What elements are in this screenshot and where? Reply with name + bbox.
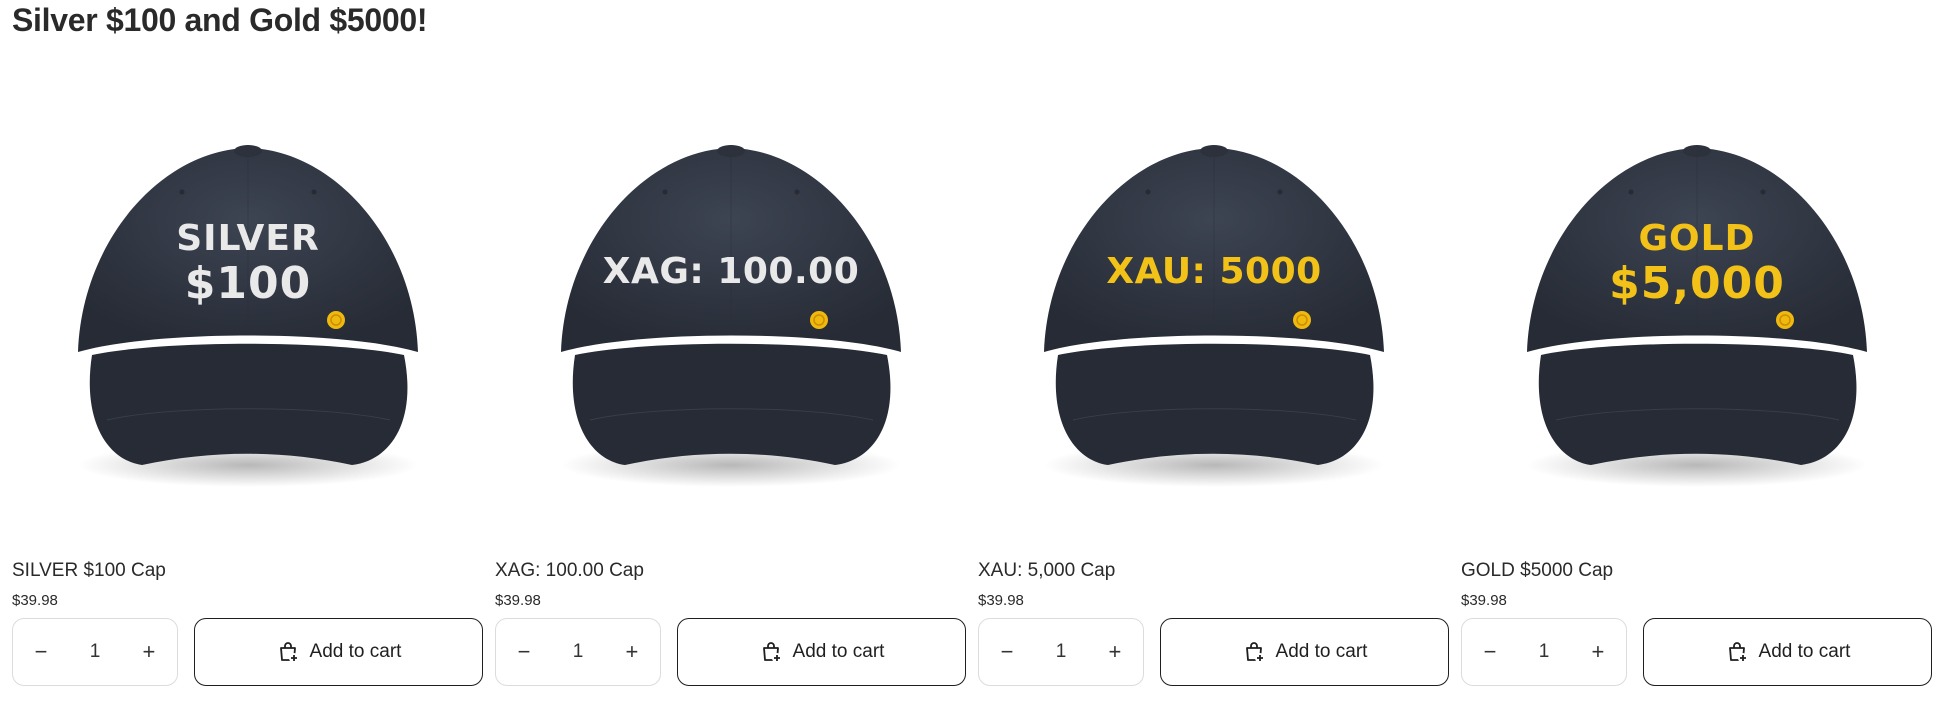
quantity-value[interactable]: 1 [573,641,584,663]
cart-add-icon [1242,640,1266,664]
product-name[interactable]: XAG: 100.00 Cap [495,560,644,582]
product-image[interactable]: SILVER $100 [12,120,483,540]
cap-brim [1055,343,1374,465]
cap-brim [89,343,408,465]
product-card: XAG: 100.00 XAG: 100.00 Cap $39.98 − 1 +… [495,120,966,700]
quantity-stepper: − 1 + [1461,618,1627,686]
add-to-cart-label: Add to cart [1758,641,1851,662]
page-title: Silver $100 and Gold $5000! [12,2,428,38]
quantity-value[interactable]: 1 [1056,641,1067,663]
quantity-value[interactable]: 1 [90,641,101,663]
product-grid: SILVER $100 SILVER $100 Cap $39.98 − 1 + … [12,120,1934,700]
coin-icon [1293,311,1311,329]
product-price: $39.98 [495,592,541,609]
add-to-cart-button[interactable]: Add to cart [1160,618,1449,686]
cap-text-line: SILVER [176,218,319,259]
add-to-cart-button[interactable]: Add to cart [194,618,483,686]
quantity-stepper: − 1 + [978,618,1144,686]
product-page: Silver $100 and Gold $5000! SILVER $100 S… [0,0,1946,704]
product-price: $39.98 [1461,592,1507,609]
product-name[interactable]: XAU: 5,000 Cap [978,560,1115,582]
coin-icon [1776,311,1794,329]
cap-text-line: $5,000 [1609,258,1785,309]
minus-icon[interactable]: − [27,638,55,666]
quantity-value[interactable]: 1 [1539,641,1550,663]
plus-icon[interactable]: + [1584,638,1612,666]
minus-icon[interactable]: − [510,638,538,666]
product-card: GOLD $5,000 GOLD $5000 Cap $39.98 − 1 + A… [1461,120,1932,700]
plus-icon[interactable]: + [1101,638,1129,666]
cap-brim [1538,343,1857,465]
product-price: $39.98 [978,592,1024,609]
coin-icon [810,311,828,329]
cap-brim [572,343,891,465]
quantity-stepper: − 1 + [12,618,178,686]
product-image[interactable]: GOLD $5,000 [1461,120,1932,540]
quantity-stepper: − 1 + [495,618,661,686]
add-to-cart-button[interactable]: Add to cart [1643,618,1932,686]
product-card: SILVER $100 SILVER $100 Cap $39.98 − 1 + … [12,120,483,700]
cart-add-icon [276,640,300,664]
product-name[interactable]: GOLD $5000 Cap [1461,560,1613,582]
cap-text-line: GOLD [1639,218,1756,259]
cap-embroidery: XAG: 100.00 [603,251,860,292]
add-to-cart-label: Add to cart [1275,641,1368,662]
cart-add-icon [1725,640,1749,664]
add-to-cart-label: Add to cart [309,641,402,662]
cap-embroidery: SILVER$100 [176,218,319,309]
product-name[interactable]: SILVER $100 Cap [12,560,166,582]
product-card: XAU: 5000 XAU: 5,000 Cap $39.98 − 1 + Ad… [978,120,1449,700]
add-to-cart-button[interactable]: Add to cart [677,618,966,686]
cart-add-icon [759,640,783,664]
minus-icon[interactable]: − [1476,638,1504,666]
cap-text-line: XAU: 5000 [1106,251,1321,292]
cap-embroidery: XAU: 5000 [1106,251,1321,292]
product-price: $39.98 [12,592,58,609]
product-image[interactable]: XAG: 100.00 [495,120,966,540]
cap-text-line: $100 [185,258,311,309]
plus-icon[interactable]: + [135,638,163,666]
plus-icon[interactable]: + [618,638,646,666]
coin-icon [327,311,345,329]
cap-text-line: XAG: 100.00 [603,251,860,292]
product-image[interactable]: XAU: 5000 [978,120,1449,540]
add-to-cart-label: Add to cart [792,641,885,662]
minus-icon[interactable]: − [993,638,1021,666]
